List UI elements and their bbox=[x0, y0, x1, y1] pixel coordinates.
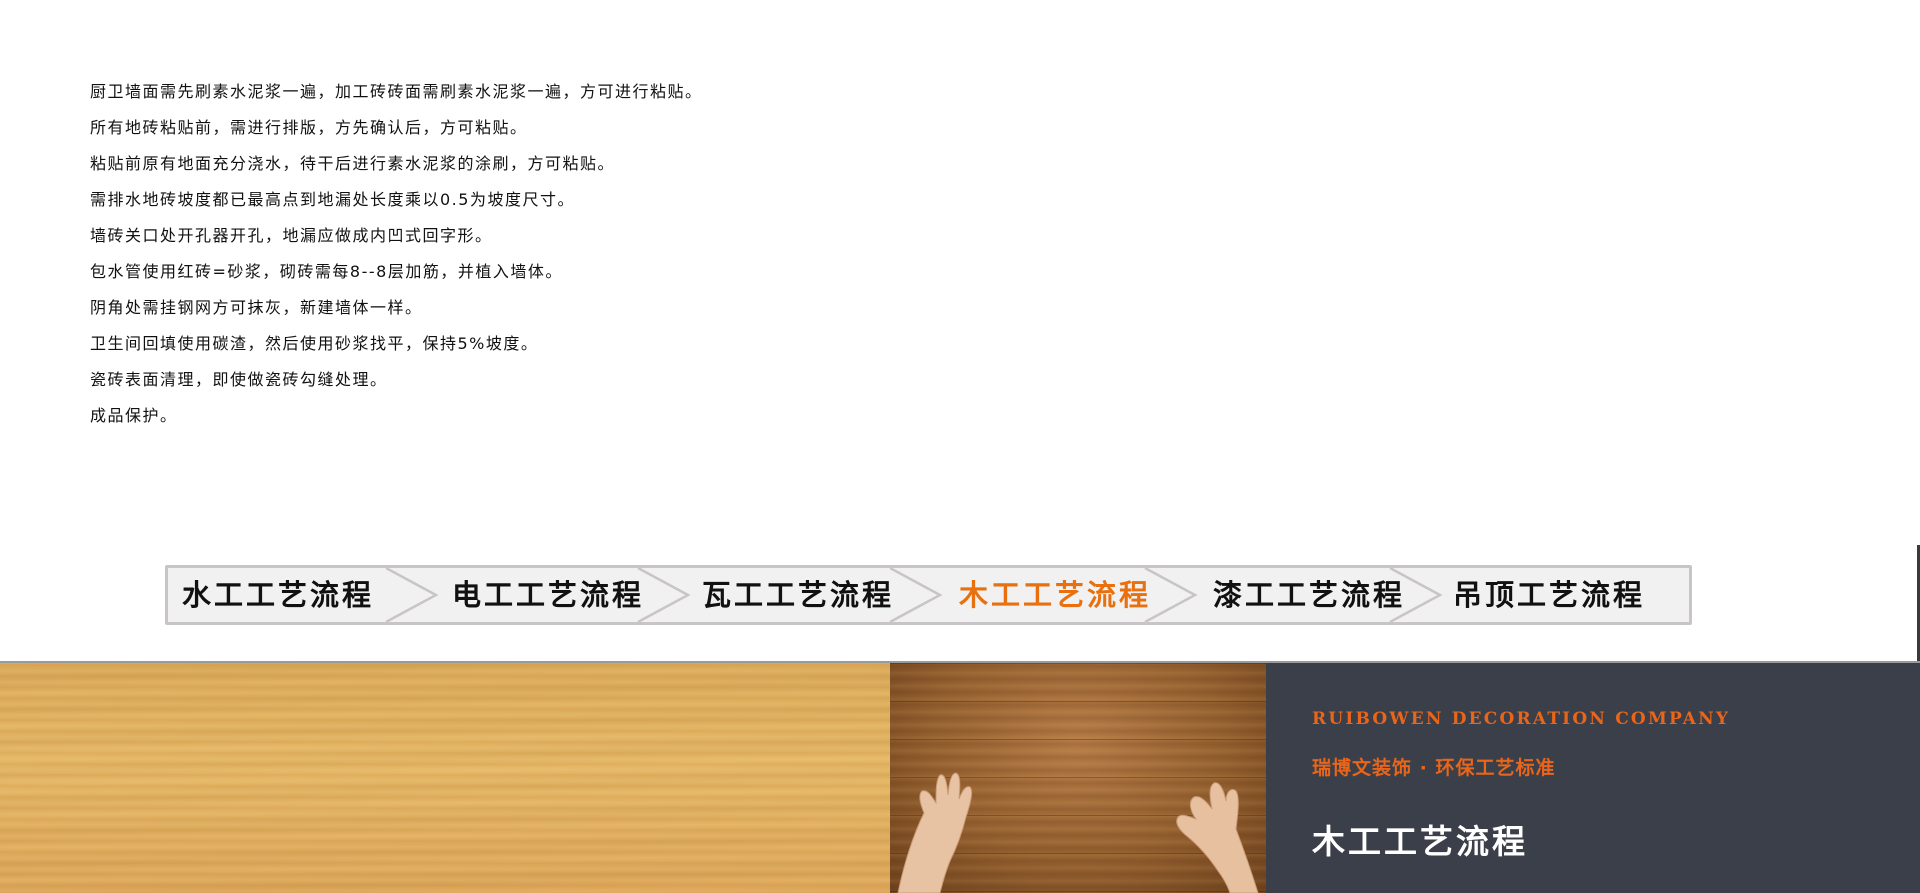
tab-carpentry-process[interactable]: 木工工艺流程 bbox=[959, 568, 1151, 622]
light-wood-texture-image bbox=[0, 663, 890, 893]
note-item: 包水管使用红砖=砂浆，砌砖需每8--8层加筋，并植入墙体。 bbox=[90, 262, 563, 281]
note-item: 瓷砖表面清理，即使做瓷砖勾缝处理。 bbox=[90, 370, 388, 389]
tab-electric-process[interactable]: 电工工艺流程 bbox=[452, 568, 644, 622]
chevron-divider-icon bbox=[637, 568, 691, 622]
tab-paint-process[interactable]: 漆工工艺流程 bbox=[1213, 568, 1405, 622]
page: 厨卫墙面需先刷素水泥浆一遍，加工砖砖面需刷素水泥浆一遍，方可进行粘贴。 所有地砖… bbox=[0, 0, 1920, 893]
note-item: 成品保护。 bbox=[90, 406, 178, 425]
process-nav-bar: 水工工艺流程 电工工艺流程 瓦工工艺流程 木工工艺流程 漆工工艺流程 吊顶工艺流… bbox=[165, 565, 1692, 625]
note-item: 阴角处需挂钢网方可抹灰，新建墙体一样。 bbox=[90, 298, 423, 317]
note-item: 需排水地砖坡度都已最高点到地漏处长度乘以0.5为坡度尺寸。 bbox=[90, 190, 575, 209]
note-item: 墙砖关口处开孔器开孔，地漏应做成内凹式回字形。 bbox=[90, 226, 493, 245]
company-slogan-cn: 瑞博文装饰 · 环保工艺标准 bbox=[1312, 757, 1556, 779]
note-item: 粘贴前原有地面充分浇水，待干后进行素水泥浆的涂刷，方可粘贴。 bbox=[90, 154, 616, 173]
company-info-panel: RUIBOWEN DECORATION COMPANY 瑞博文装饰 · 环保工艺… bbox=[1266, 663, 1920, 893]
chevron-divider-icon bbox=[889, 568, 943, 622]
note-item: 卫生间回填使用碳渣，然后使用砂浆找平，保持5%坡度。 bbox=[90, 334, 539, 353]
section-title: 木工工艺流程 bbox=[1312, 822, 1528, 861]
process-notes-list: 厨卫墙面需先刷素水泥浆一遍，加工砖砖面需刷素水泥浆一遍，方可进行粘贴。 所有地砖… bbox=[90, 80, 990, 440]
chevron-divider-icon bbox=[385, 568, 439, 622]
note-item: 厨卫墙面需先刷素水泥浆一遍，加工砖砖面需刷素水泥浆一遍，方可进行粘贴。 bbox=[90, 82, 703, 101]
dark-wood-hands-image bbox=[890, 663, 1266, 893]
tab-ceiling-process[interactable]: 吊顶工艺流程 bbox=[1453, 568, 1645, 622]
footer-banner: RUIBOWEN DECORATION COMPANY 瑞博文装饰 · 环保工艺… bbox=[0, 661, 1920, 893]
note-item: 所有地砖粘贴前，需进行排版，方先确认后，方可粘贴。 bbox=[90, 118, 528, 137]
chevron-divider-icon bbox=[1144, 568, 1198, 622]
tab-tile-process[interactable]: 瓦工工艺流程 bbox=[702, 568, 894, 622]
tab-water-process[interactable]: 水工工艺流程 bbox=[182, 568, 374, 622]
hands-illustration bbox=[897, 772, 1259, 893]
company-name-en: RUIBOWEN DECORATION COMPANY bbox=[1312, 709, 1731, 729]
